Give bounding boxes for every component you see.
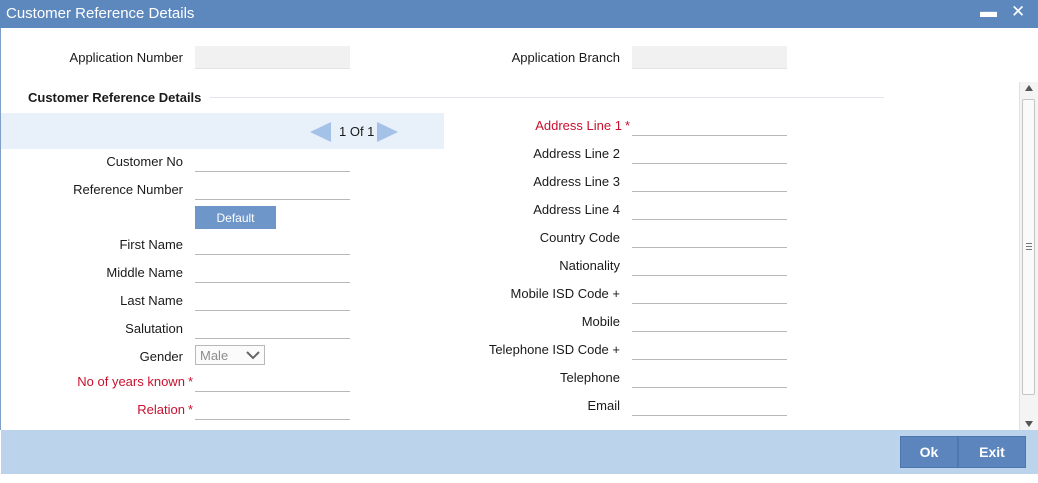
customer-no-label: Customer No: [106, 154, 183, 169]
last-name-field[interactable]: [195, 289, 350, 311]
address-line-2-field[interactable]: [632, 142, 787, 164]
address-line-1-label: Address Line 1 *: [535, 118, 630, 133]
application-number-field[interactable]: [195, 46, 350, 69]
ok-button[interactable]: Ok: [900, 436, 958, 468]
application-branch-field[interactable]: [632, 46, 787, 69]
title-bar: Customer Reference Details ▬ ✕: [0, 0, 1038, 28]
bottom-edge: [0, 474, 1038, 483]
nationality-field[interactable]: [632, 254, 787, 276]
vertical-scrollbar[interactable]: [1019, 82, 1038, 430]
telephone-isd-label: Telephone ISD Code +: [488, 342, 620, 357]
grip-icon: [1026, 243, 1032, 252]
address-line-3-field[interactable]: [632, 170, 787, 192]
salutation-field[interactable]: [195, 317, 350, 339]
exit-button[interactable]: Exit: [958, 436, 1026, 468]
gender-select[interactable]: Male: [195, 345, 265, 365]
section-divider: [210, 97, 884, 98]
chevron-down-icon: [245, 346, 261, 367]
application-number-label: Application Number: [69, 50, 183, 65]
years-known-label: No of years known *: [77, 374, 193, 389]
arrow-right-icon[interactable]: [377, 122, 398, 142]
window-frame: [0, 28, 1, 430]
required-marker: *: [624, 118, 630, 133]
gender-label: Gender: [139, 349, 183, 364]
gender-value: Male: [200, 348, 229, 363]
middle-name-field[interactable]: [195, 261, 350, 283]
minimize-icon[interactable]: ▬: [980, 2, 997, 22]
record-pager: 1 Of 1: [339, 124, 375, 139]
mobile-label: Mobile: [581, 314, 620, 329]
country-code-field[interactable]: [632, 226, 787, 248]
customer-no-field[interactable]: [195, 150, 350, 172]
country-code-label: Country Code: [539, 230, 620, 245]
reference-number-field[interactable]: [195, 178, 350, 200]
first-name-field[interactable]: [195, 233, 350, 255]
years-known-label-text: No of years known: [77, 374, 185, 389]
nationality-label: Nationality: [559, 258, 620, 273]
email-field[interactable]: [632, 394, 787, 416]
scroll-up-icon[interactable]: [1025, 85, 1033, 91]
default-button[interactable]: Default: [195, 206, 276, 229]
relation-field[interactable]: [195, 398, 350, 420]
salutation-label: Salutation: [125, 321, 183, 336]
relation-label: Relation *: [137, 402, 193, 417]
address-line-3-label: Address Line 3: [533, 174, 620, 189]
mobile-field[interactable]: [632, 310, 787, 332]
address-line-4-label: Address Line 4: [533, 202, 620, 217]
last-name-label: Last Name: [120, 293, 183, 308]
window-title: Customer Reference Details: [6, 5, 195, 22]
address-line-1-label-text: Address Line 1: [535, 118, 622, 133]
telephone-isd-field[interactable]: [632, 338, 787, 360]
application-branch-label: Application Branch: [511, 50, 620, 65]
scroll-thumb[interactable]: [1022, 99, 1035, 395]
years-known-field[interactable]: [195, 370, 350, 392]
reference-number-label: Reference Number: [73, 182, 183, 197]
relation-label-text: Relation: [137, 402, 185, 417]
arrow-left-icon[interactable]: [310, 122, 331, 142]
first-name-label: First Name: [119, 237, 183, 252]
required-marker: *: [187, 402, 193, 417]
address-line-1-field[interactable]: [632, 114, 787, 136]
address-line-2-label: Address Line 2: [533, 146, 620, 161]
section-title: Customer Reference Details: [28, 90, 202, 105]
address-line-4-field[interactable]: [632, 198, 787, 220]
telephone-label: Telephone: [560, 370, 620, 385]
close-icon[interactable]: ✕: [1011, 2, 1025, 22]
telephone-field[interactable]: [632, 366, 787, 388]
email-label: Email: [587, 398, 620, 413]
middle-name-label: Middle Name: [106, 265, 183, 280]
mobile-isd-field[interactable]: [632, 282, 787, 304]
scroll-down-icon[interactable]: [1025, 421, 1033, 427]
mobile-isd-label: Mobile ISD Code +: [510, 286, 620, 301]
required-marker: *: [187, 374, 193, 389]
footer-bar: [1, 430, 1038, 474]
